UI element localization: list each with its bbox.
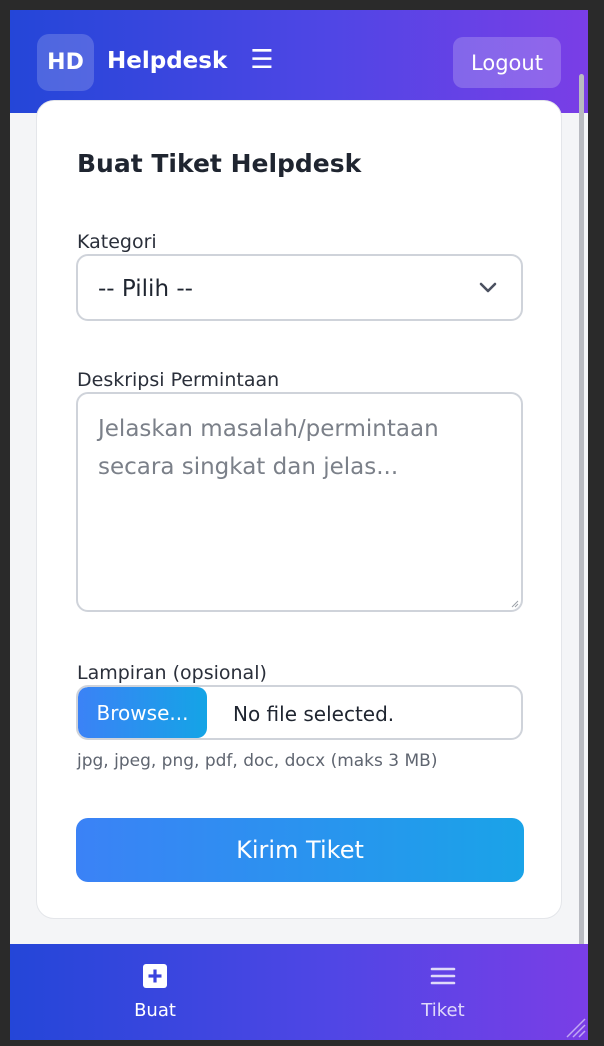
- window-resize-icon[interactable]: [564, 1016, 586, 1038]
- nav-item-label: Tiket: [421, 1000, 465, 1021]
- attachment-file-input[interactable]: Browse... No file selected.: [76, 685, 523, 740]
- resize-grip-icon[interactable]: [511, 600, 519, 608]
- logo[interactable]: HD: [37, 34, 94, 91]
- category-selected-value: -- Pilih --: [98, 276, 193, 302]
- attachment-label: Lampiran (opsional): [77, 662, 267, 684]
- nav-item-label: Buat: [134, 1000, 176, 1021]
- category-label: Kategori: [77, 231, 157, 253]
- chevron-down-icon: [479, 282, 497, 293]
- ticket-form-card: Buat Tiket Helpdesk Kategori -- Pilih --…: [36, 100, 562, 919]
- app-window: HD Helpdesk ☰ Logout Buat Tiket Helpdesk…: [10, 10, 588, 1040]
- nav-item-buat[interactable]: Buat: [55, 944, 255, 1040]
- description-placeholder: Jelaskan masalah/permintaan secara singk…: [98, 416, 439, 480]
- file-status: No file selected.: [233, 702, 395, 726]
- bottom-navbar: Buat Tiket: [10, 944, 588, 1040]
- menu-toggle-button[interactable]: ☰: [248, 46, 276, 74]
- description-textarea[interactable]: Jelaskan masalah/permintaan secara singk…: [76, 392, 523, 612]
- page-title: Buat Tiket Helpdesk: [77, 149, 362, 178]
- plus-square-icon: [143, 964, 167, 988]
- top-navbar: HD Helpdesk ☰ Logout: [10, 10, 588, 113]
- brand-name[interactable]: Helpdesk: [107, 48, 227, 74]
- submit-ticket-button[interactable]: Kirim Tiket: [76, 818, 524, 882]
- nav-item-tiket[interactable]: Tiket: [343, 944, 543, 1040]
- list-icon: [430, 967, 456, 985]
- description-label: Deskripsi Permintaan: [77, 369, 280, 391]
- hamburger-icon: ☰: [250, 45, 274, 75]
- browse-button[interactable]: Browse...: [78, 687, 207, 738]
- attachment-hint: jpg, jpeg, png, pdf, doc, docx (maks 3 M…: [77, 751, 438, 771]
- scrollbar[interactable]: [579, 74, 584, 954]
- logout-button[interactable]: Logout: [453, 37, 561, 88]
- category-select[interactable]: -- Pilih --: [76, 254, 523, 321]
